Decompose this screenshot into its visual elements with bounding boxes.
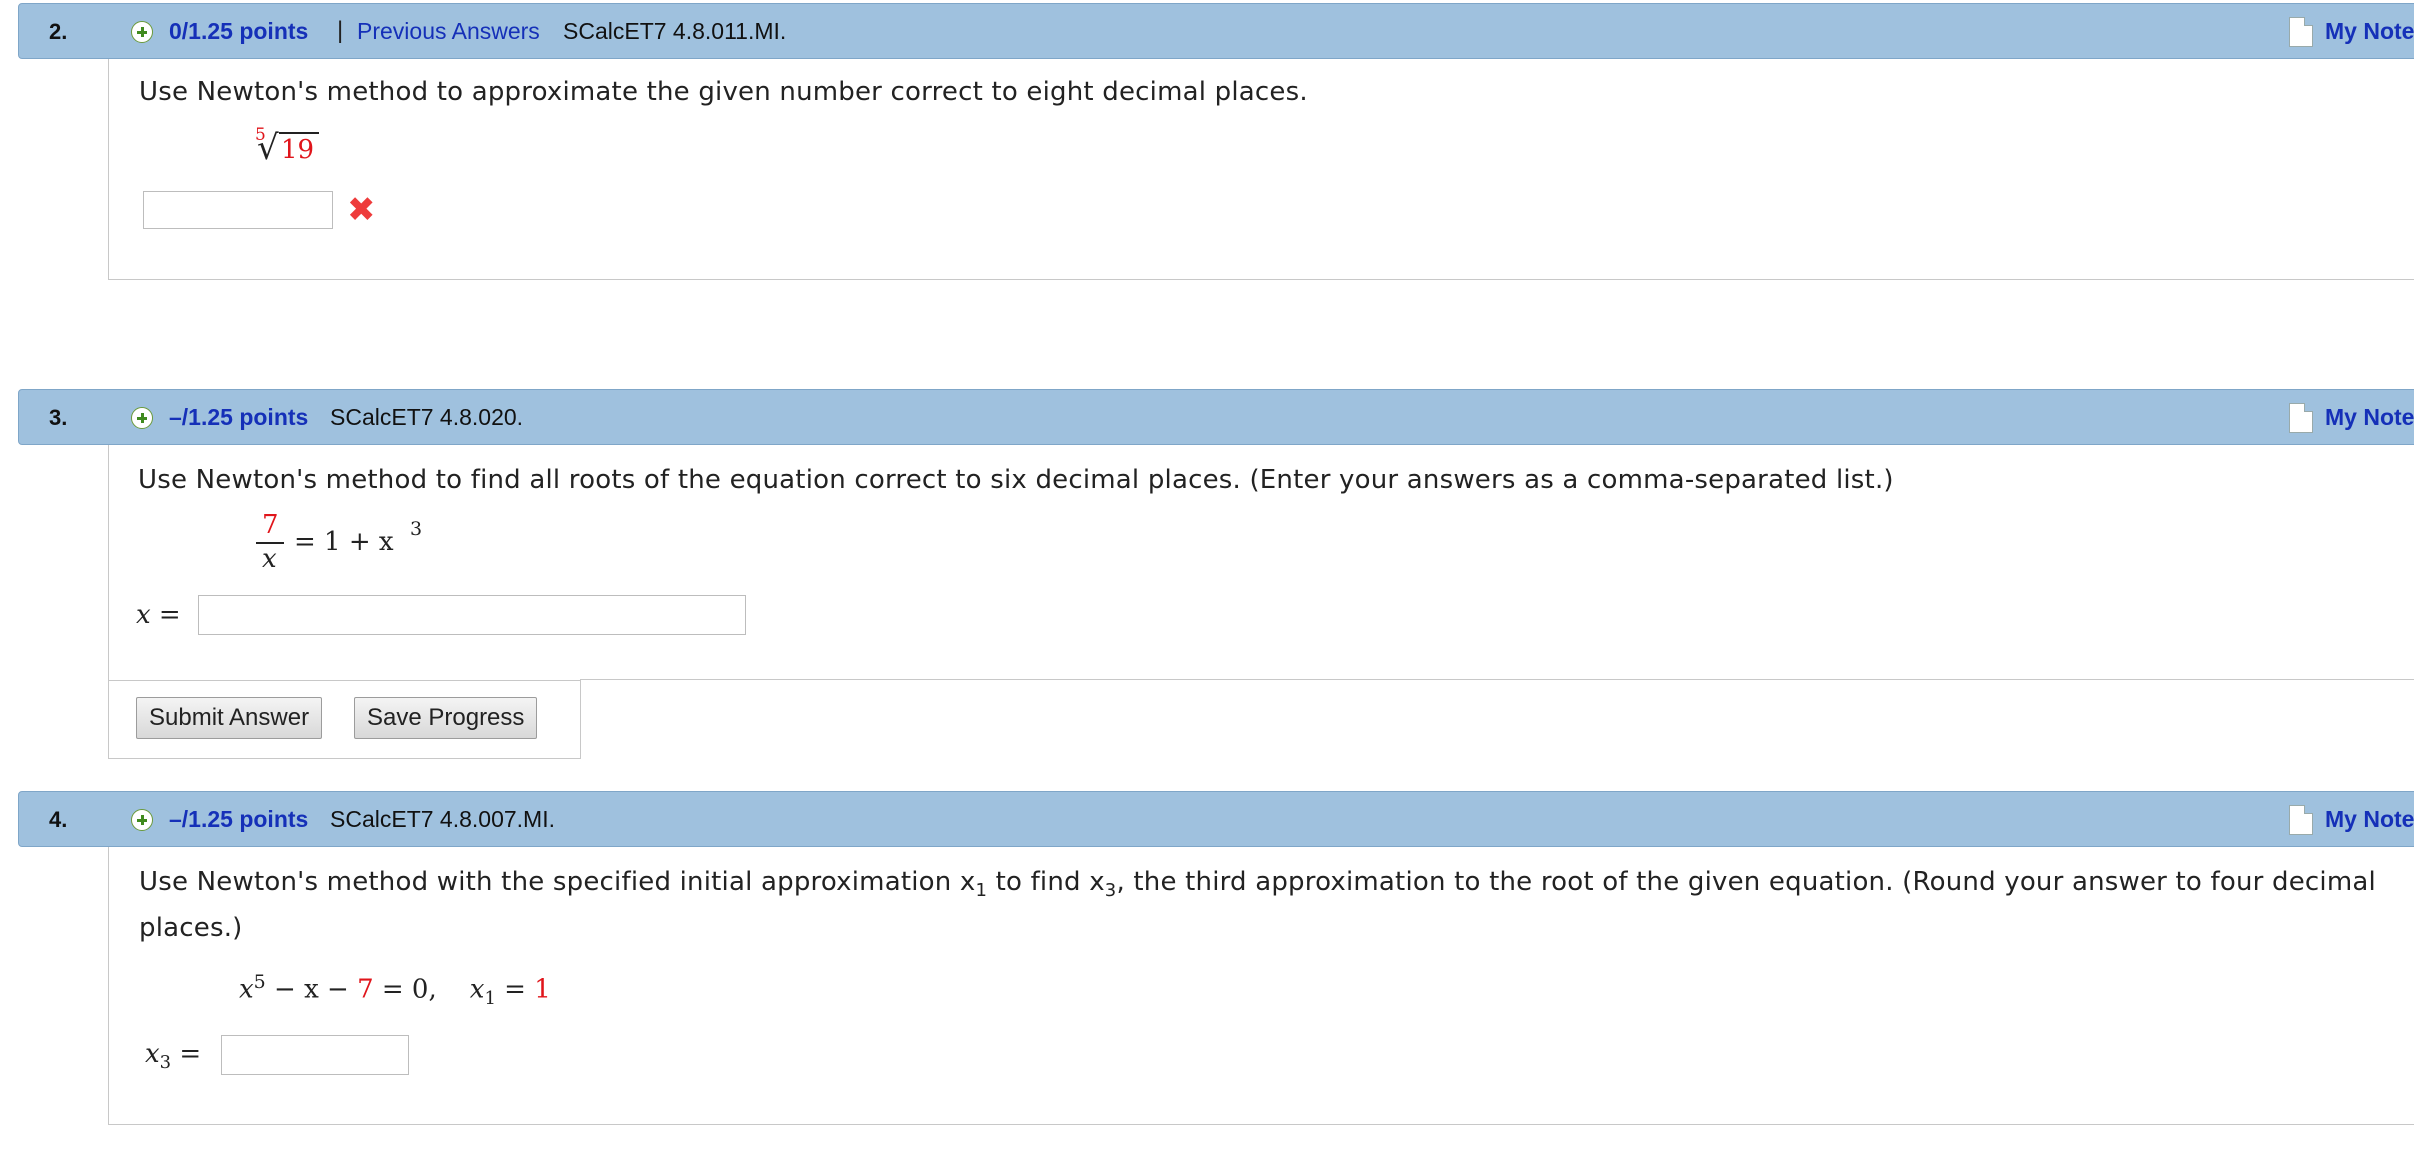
notes-page-icon[interactable] [2289, 805, 2313, 835]
question-code: SCalcET7 4.8.007.MI. [330, 806, 555, 832]
question-prompt: Use Newton's method with the specified i… [139, 867, 2376, 901]
points-link[interactable]: 0/1.25 points [169, 18, 308, 45]
prompt-text: , the third approximation to the root of… [1116, 867, 2376, 897]
subscript: 1 [484, 987, 496, 1009]
prompt-subscript: 1 [975, 880, 988, 902]
answer-input[interactable] [221, 1035, 409, 1075]
notes-page-icon[interactable] [2289, 17, 2313, 47]
label-subscript: 3 [159, 1052, 172, 1074]
equation: 7 x = 1 + x 3 [248, 510, 448, 590]
expand-plus-icon[interactable] [131, 21, 153, 43]
prompt-text: to find x [987, 867, 1105, 897]
math-text: = 0, [373, 974, 437, 1005]
question-code: SCalcET7 4.8.011.MI. [563, 18, 787, 44]
question-prompt: Use Newton's method to approximate the g… [139, 77, 1308, 107]
math-text: = [495, 974, 535, 1005]
question-number: 4. [49, 807, 68, 832]
answer-input[interactable] [198, 595, 746, 635]
separator: | [337, 17, 344, 44]
notes-page-icon[interactable] [2289, 403, 2313, 433]
math-constant: 7 [357, 974, 374, 1005]
question-prompt: Use Newton's method to find all roots of… [138, 465, 1894, 495]
answer-label: x = [136, 600, 181, 630]
label-eq: = [171, 1039, 202, 1069]
question-code: SCalcET7 4.8.020. [330, 404, 524, 430]
divider [580, 679, 2414, 680]
prompt-text: Use Newton's method with the specified i… [139, 867, 976, 897]
vinculum [279, 132, 319, 134]
submit-answer-button[interactable]: Submit Answer [136, 697, 323, 739]
divider [108, 679, 109, 759]
save-progress-button[interactable]: Save Progress [354, 697, 538, 739]
points-link[interactable]: –/1.25 points [169, 404, 308, 431]
question-header: 4. –/1.25 points SCalcET7 4.8.007.MI. My… [18, 791, 2414, 847]
question-header: 2. 0/1.25 points | Previous Answers SCal… [18, 3, 2414, 59]
exponent: 3 [410, 518, 423, 540]
question-body: Use Newton's method to approximate the g… [108, 59, 2414, 280]
math-text: − x − [265, 974, 358, 1005]
radical-sign-icon: √ [257, 128, 279, 168]
prompt-subscript: 3 [1104, 880, 1117, 902]
divider [108, 758, 581, 759]
points-link[interactable]: –/1.25 points [169, 806, 308, 833]
answer-label: x3 = [145, 1039, 201, 1073]
question-header: 3. –/1.25 points SCalcET7 4.8.020. My No… [18, 389, 2414, 445]
my-notes-link[interactable]: My Notes [2325, 404, 2414, 431]
expand-plus-icon[interactable] [131, 407, 153, 429]
equation: x5 − x − 7 = 0, x1 = 1 [239, 971, 551, 1009]
question-number: 3. [49, 405, 68, 430]
my-notes-link[interactable]: My Notes [2325, 806, 2414, 833]
question-number: 2. [49, 19, 68, 44]
my-notes-link[interactable]: My Notes [2325, 18, 2414, 45]
exponent: 5 [253, 971, 266, 993]
radicand: 19 [281, 135, 315, 165]
expand-plus-icon[interactable] [131, 809, 153, 831]
question-body: Use Newton's method to find all roots of… [108, 445, 2414, 681]
x-mark-icon: ✖ [347, 190, 376, 230]
question-prompt-line2: places.) [139, 913, 243, 943]
fraction-denominator: x [262, 544, 277, 574]
fraction-numerator: 7 [262, 510, 279, 540]
equation-rhs: = 1 + x [294, 527, 394, 557]
answer-input[interactable] [143, 191, 333, 229]
previous-answers-link[interactable]: Previous Answers [357, 18, 540, 45]
math-var: x [239, 974, 254, 1005]
label-var: x [145, 1039, 160, 1069]
math-var: x [469, 974, 485, 1005]
question-body: Use Newton's method with the specified i… [108, 847, 2414, 1125]
initial-value: 1 [534, 974, 551, 1005]
divider [580, 679, 581, 759]
